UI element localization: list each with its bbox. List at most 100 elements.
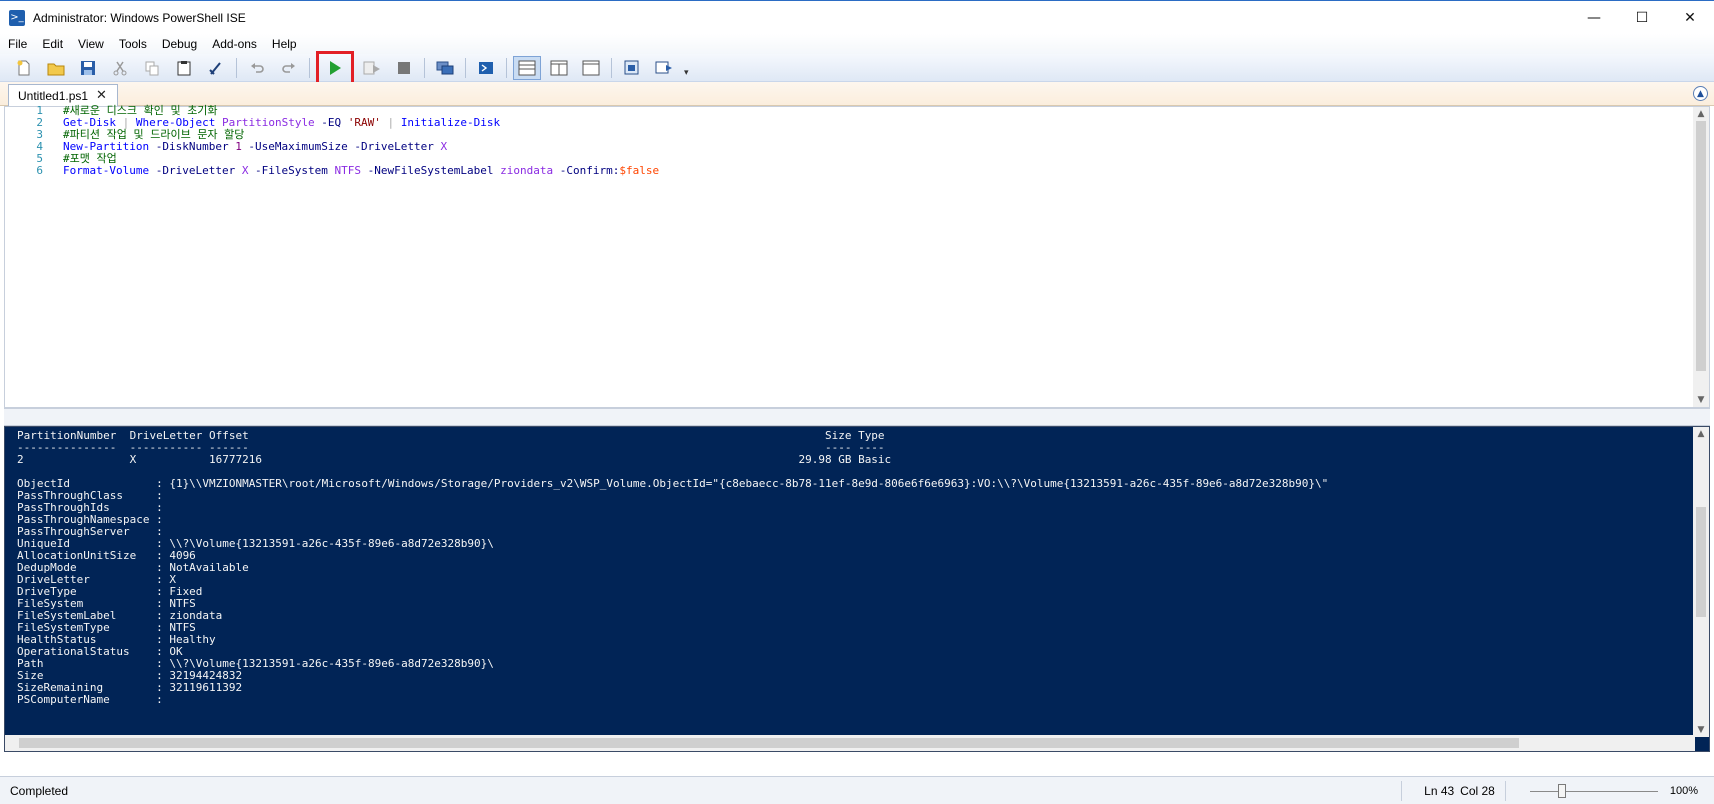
script-tab-row: Untitled1.ps1 ✕ ▲: [0, 82, 1714, 106]
column-number: Col 28: [1460, 784, 1495, 798]
run-script-button[interactable]: [316, 50, 354, 85]
toolbar-separator: [506, 57, 507, 78]
scroll-up-icon[interactable]: ▲: [1693, 107, 1709, 121]
toolbar-overflow-icon[interactable]: ▾: [684, 68, 689, 78]
window-controls: — ☐ ✕: [1570, 1, 1714, 35]
show-script-right-button[interactable]: [545, 56, 573, 80]
broom-icon: [209, 61, 221, 75]
code-token: NTFS: [334, 164, 362, 177]
zoom-slider-thumb[interactable]: [1557, 783, 1566, 798]
new-file-icon: [17, 60, 30, 75]
cut-button[interactable]: [106, 56, 134, 80]
run-selection-button[interactable]: [358, 56, 386, 80]
show-command-addon-button[interactable]: [650, 56, 678, 80]
toolbar-separator: [611, 57, 612, 78]
command-window-icon: [624, 60, 639, 74]
close-tab-icon[interactable]: ✕: [96, 88, 107, 103]
layout-top-icon: [518, 60, 536, 75]
powershell-icon: [479, 61, 493, 74]
line-number: Ln 43: [1424, 784, 1455, 798]
console-line: PSComputerName :: [17, 693, 163, 706]
scrollbar-thumb[interactable]: [19, 738, 1519, 748]
open-button[interactable]: [42, 56, 70, 80]
tab-label: Untitled1.ps1: [18, 88, 89, 103]
code-token: -NewFileSystemLabel: [361, 164, 501, 177]
scroll-up-icon[interactable]: ▲: [1693, 427, 1709, 441]
layout-maximize-icon: [582, 60, 600, 75]
cursor-position: Ln 43 Col 28: [1401, 781, 1506, 801]
redo-button[interactable]: [275, 56, 303, 80]
run-selection-icon: [363, 61, 380, 74]
clipboard-icon: [177, 60, 191, 75]
stop-icon: [398, 61, 410, 74]
pane-splitter[interactable]: [4, 408, 1710, 426]
code-token: $false: [619, 164, 660, 177]
save-button[interactable]: [74, 56, 102, 80]
stop-button[interactable]: [390, 56, 418, 80]
scissors-icon: [113, 61, 127, 75]
menu-debug[interactable]: Debug: [154, 34, 204, 54]
toolbar: ▾: [0, 50, 1714, 85]
collapse-script-pane-icon[interactable]: ▲: [1693, 86, 1708, 101]
code-token: Format-Volume: [63, 164, 150, 177]
paste-button[interactable]: [170, 56, 198, 80]
status-right: Ln 43 Col 28 100%: [1401, 777, 1698, 804]
maximize-button[interactable]: ☐: [1618, 1, 1666, 35]
new-script-button[interactable]: [10, 56, 38, 80]
new-remote-tab-button[interactable]: [431, 56, 459, 80]
minimize-button[interactable]: —: [1570, 1, 1618, 35]
code-line: 6 Format-Volume -DriveLetter X -FileSyste…: [5, 164, 1685, 177]
script-editor[interactable]: 1 #새로운 디스크 확인 및 초기화 2 Get-Disk | Where-Obje…: [4, 104, 1710, 408]
zoom-slider[interactable]: [1529, 783, 1658, 798]
remote-computer-icon: [436, 61, 454, 74]
menu-tools[interactable]: Tools: [111, 34, 154, 54]
tab-untitled1[interactable]: Untitled1.ps1 ✕: [8, 84, 118, 106]
status-text: Completed: [10, 783, 69, 798]
menu-help[interactable]: Help: [264, 34, 304, 54]
undo-icon: [251, 62, 264, 73]
code-token: ziondata: [500, 164, 554, 177]
line-number: 6: [36, 164, 43, 177]
save-icon: [81, 60, 95, 75]
redo-icon: [282, 62, 295, 73]
command-addon-icon: [655, 61, 672, 73]
menu-edit[interactable]: Edit: [34, 34, 70, 54]
code-token: -DriveLetter: [149, 164, 242, 177]
console-vertical-scrollbar[interactable]: ▲ ▼: [1693, 427, 1709, 737]
menu-file[interactable]: File: [0, 34, 34, 54]
close-button[interactable]: ✕: [1666, 1, 1714, 35]
console-pane[interactable]: PartitionNumber DriveLetter Offset Size …: [4, 426, 1710, 752]
code-token: -FileSystem: [248, 164, 335, 177]
menu-addons[interactable]: Add-ons: [204, 34, 264, 54]
console-line: ObjectId : {1}\\VMZIONMASTER\root/Micros…: [17, 477, 1329, 490]
console-line: 2 X 16777216 29.98 GB Basic: [17, 453, 892, 466]
run-play-icon: [330, 60, 341, 75]
toolbar-separator: [236, 57, 237, 78]
menu-view[interactable]: View: [70, 34, 111, 54]
toolbar-separator: [309, 57, 310, 78]
start-powershell-button[interactable]: [472, 56, 500, 80]
zoom-level: 100%: [1669, 785, 1698, 797]
undo-button[interactable]: [243, 56, 271, 80]
window-title: Administrator: Windows PowerShell ISE: [33, 10, 246, 25]
toolbar-separator: [424, 57, 425, 78]
scroll-down-icon[interactable]: ▼: [1693, 393, 1709, 407]
title-bar: >_ Administrator: Windows PowerShell ISE…: [0, 0, 1714, 34]
copy-icon: [145, 61, 159, 75]
scrollbar-thumb[interactable]: [1696, 121, 1706, 371]
clear-console-button[interactable]: [202, 56, 230, 80]
editor-vertical-scrollbar[interactable]: ▲ ▼: [1693, 107, 1709, 407]
toolbar-separator: [465, 57, 466, 78]
code-token: -Confirm:: [553, 164, 620, 177]
layout-right-icon: [550, 60, 568, 75]
code-text: Format-Volume -DriveLetter X -FileSystem…: [63, 164, 659, 177]
menu-bar: File Edit View Tools Debug Add-ons Help: [0, 34, 1714, 54]
copy-button[interactable]: [138, 56, 166, 80]
scroll-down-icon[interactable]: ▼: [1693, 723, 1709, 737]
show-script-top-button[interactable]: [513, 55, 541, 80]
open-folder-icon: [47, 63, 65, 75]
show-script-maximized-button[interactable]: [577, 56, 605, 80]
scrollbar-thumb[interactable]: [1696, 507, 1706, 617]
console-horizontal-scrollbar[interactable]: [5, 735, 1695, 751]
show-command-window-button[interactable]: [618, 56, 646, 80]
